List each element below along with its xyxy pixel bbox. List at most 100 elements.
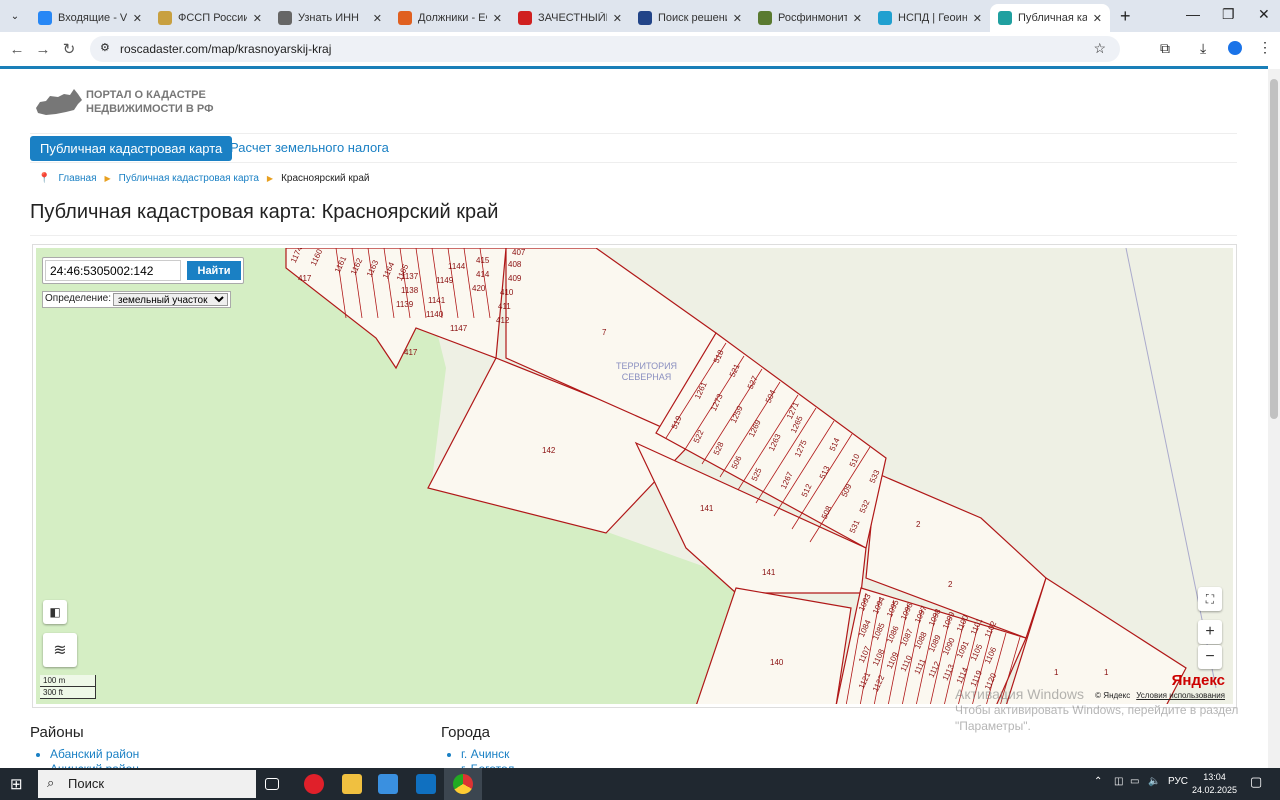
parcel-label[interactable]: 412 — [496, 316, 509, 325]
forward-icon[interactable]: → — [30, 41, 56, 58]
file-explorer-icon[interactable] — [342, 774, 362, 794]
browser-tab[interactable]: Узнать ИНН ✕ — [270, 4, 390, 32]
windows-taskbar: ⊞ ⌕ Поиск ⌃ ◫ ▭ 🔈 РУС 13:04 24.02.2025 ▢ — [0, 768, 1280, 800]
parcel-label[interactable]: 2 — [948, 580, 952, 589]
definition-label: Определение: — [45, 293, 112, 304]
parcel-label[interactable]: 417 — [298, 274, 311, 283]
parcel-label[interactable]: 1147 — [450, 324, 467, 333]
parcel-label[interactable]: 1144 — [448, 262, 465, 271]
tab-close-icon[interactable]: ✕ — [373, 12, 382, 25]
browser-tab[interactable]: Публичная кад ✕ — [990, 4, 1110, 32]
parcel-label[interactable]: 1137 — [401, 272, 418, 281]
chrome-icon[interactable] — [453, 774, 473, 794]
nav-cadastral-map[interactable]: Публичная кадастровая карта — [30, 136, 233, 161]
browser-tab[interactable]: НСПД | Геоинф ✕ — [870, 4, 990, 32]
volume-icon[interactable]: 🔈 — [1148, 776, 1160, 787]
layers-button[interactable]: ≋ — [43, 633, 77, 667]
nav-land-tax[interactable]: Расчет земельного налога — [230, 140, 389, 155]
ruler-button[interactable]: ◧ — [43, 600, 67, 624]
zoom-in-button[interactable]: + — [1198, 620, 1222, 644]
parcel-label[interactable]: 410 — [500, 288, 513, 297]
cadastral-map[interactable]: ТЕРРИТОРИЯ СЕВЕРНАЯ 1174 1160 1161 1162 1163 1… — [32, 244, 1237, 708]
parcel-label[interactable]: 1140 — [426, 310, 443, 319]
city-link[interactable]: г. Ачинск — [461, 747, 514, 762]
reload-icon[interactable]: ↻ — [56, 40, 82, 58]
clock[interactable]: 13:04 24.02.2025 — [1192, 771, 1237, 797]
outlook-icon[interactable] — [416, 774, 436, 794]
tab-favicon-icon — [638, 11, 652, 25]
site-logo-text[interactable]: ПОРТАЛ О КАДАСТРЕ НЕДВИЖИМОСТИ В РФ — [86, 88, 213, 116]
tab-close-icon[interactable]: ✕ — [133, 12, 142, 25]
district-link[interactable]: Абанский район — [50, 747, 139, 762]
tab-search-chevron-icon[interactable]: ⌄ — [0, 11, 30, 22]
parcel-label[interactable]: 420 — [472, 284, 485, 293]
site-info-icon[interactable]: ⚙ — [100, 41, 110, 54]
opera-icon[interactable] — [304, 774, 324, 794]
scrollbar-thumb[interactable] — [1270, 79, 1278, 419]
taskbar-search[interactable]: ⌕ Поиск — [38, 770, 256, 798]
minimize-button[interactable]: — — [1186, 6, 1200, 22]
parcel-label[interactable]: 140 — [770, 658, 783, 667]
browser-tab[interactable]: Поиск решений ✕ — [630, 4, 750, 32]
tab-title: Поиск решений — [658, 12, 727, 24]
parcel-label[interactable]: 1138 — [401, 286, 418, 295]
parcel-label[interactable]: 141 — [700, 504, 713, 513]
browser-tab[interactable]: Должники - ЕФ ✕ — [390, 4, 510, 32]
tab-close-icon[interactable]: ✕ — [253, 12, 262, 25]
meet-icon[interactable]: ◫ — [1114, 776, 1123, 787]
browser-tab[interactable]: ЗАЧЕСТНЫЙБИ ✕ — [510, 4, 630, 32]
tab-close-icon[interactable]: ✕ — [613, 12, 622, 25]
task-view-icon[interactable] — [265, 778, 279, 790]
notifications-icon[interactable]: ▢ — [1250, 774, 1262, 790]
store-icon[interactable] — [378, 774, 398, 794]
tab-close-icon[interactable]: ✕ — [1093, 12, 1102, 25]
breadcrumb-home[interactable]: Главная — [58, 173, 96, 184]
start-button[interactable]: ⊞ — [10, 775, 23, 793]
parcel-label[interactable]: 1139 — [396, 300, 413, 309]
menu-icon[interactable]: ⋮ — [1258, 39, 1272, 56]
browser-tab[interactable]: Росфинмонитор ✕ — [750, 4, 870, 32]
download-icon[interactable]: ⤓ — [1200, 40, 1206, 57]
zoom-out-button[interactable]: − — [1198, 645, 1222, 669]
language-indicator[interactable]: РУС — [1168, 776, 1188, 787]
page-scrollbar[interactable] — [1268, 69, 1280, 768]
parcel-label[interactable]: 141 — [762, 568, 775, 577]
browser-tab[interactable]: ФССП России | ✕ — [150, 4, 270, 32]
parcel-label[interactable]: 7 — [602, 328, 606, 337]
tab-close-icon[interactable]: ✕ — [853, 12, 862, 25]
close-window-button[interactable]: ✕ — [1258, 6, 1270, 23]
map-canvas[interactable]: ТЕРРИТОРИЯ СЕВЕРНАЯ 1174 1160 1161 1162 1163 1… — [36, 248, 1233, 704]
breadcrumb-cadastral-map[interactable]: Публичная кадастровая карта — [119, 173, 259, 184]
parcel-label[interactable]: 2 — [916, 520, 920, 529]
parcel-label[interactable]: 1141 — [428, 296, 445, 305]
profile-avatar[interactable] — [1228, 41, 1242, 55]
tab-close-icon[interactable]: ✕ — [973, 12, 982, 25]
extension-icon[interactable]: ⧉ — [1160, 40, 1170, 57]
restore-button[interactable]: ❐ — [1222, 6, 1235, 23]
parcel-label[interactable]: 414 — [476, 270, 489, 279]
parcel-label[interactable]: 417 — [404, 348, 417, 357]
tray-chevron-icon[interactable]: ⌃ — [1094, 776, 1102, 787]
find-button[interactable]: Найти — [187, 261, 241, 280]
parcel-label[interactable]: 409 — [508, 274, 521, 283]
parcel-label[interactable]: 408 — [508, 260, 521, 269]
browser-tab[interactable]: Входящие - VK ✕ — [30, 4, 150, 32]
definition-select[interactable]: земельный участок — [113, 293, 228, 306]
bookmark-star-icon[interactable]: ☆ — [1093, 40, 1106, 57]
cadastral-number-input[interactable] — [45, 260, 181, 281]
url-field[interactable]: ⚙ roscadaster.com/map/krasnoyarskij-kraj ☆ — [90, 36, 1120, 62]
tab-close-icon[interactable]: ✕ — [733, 12, 742, 25]
parcel-label[interactable]: 407 — [512, 248, 525, 257]
tab-close-icon[interactable]: ✕ — [493, 12, 502, 25]
new-tab-button[interactable]: + — [1120, 6, 1131, 27]
parcel-label[interactable]: 1149 — [436, 276, 453, 285]
parcel-label[interactable]: 411 — [498, 302, 511, 311]
scale-feet: 300 ft — [40, 687, 96, 699]
parcel-label[interactable]: 415 — [476, 256, 489, 265]
parcel-label[interactable]: 1 — [1054, 668, 1058, 677]
parcel-label[interactable]: 142 — [542, 446, 555, 455]
network-icon[interactable]: ▭ — [1130, 776, 1139, 787]
back-icon[interactable]: ← — [4, 41, 30, 58]
parcel-label[interactable]: 1 — [1104, 668, 1108, 677]
fullscreen-button[interactable]: ⛶ — [1198, 587, 1222, 611]
